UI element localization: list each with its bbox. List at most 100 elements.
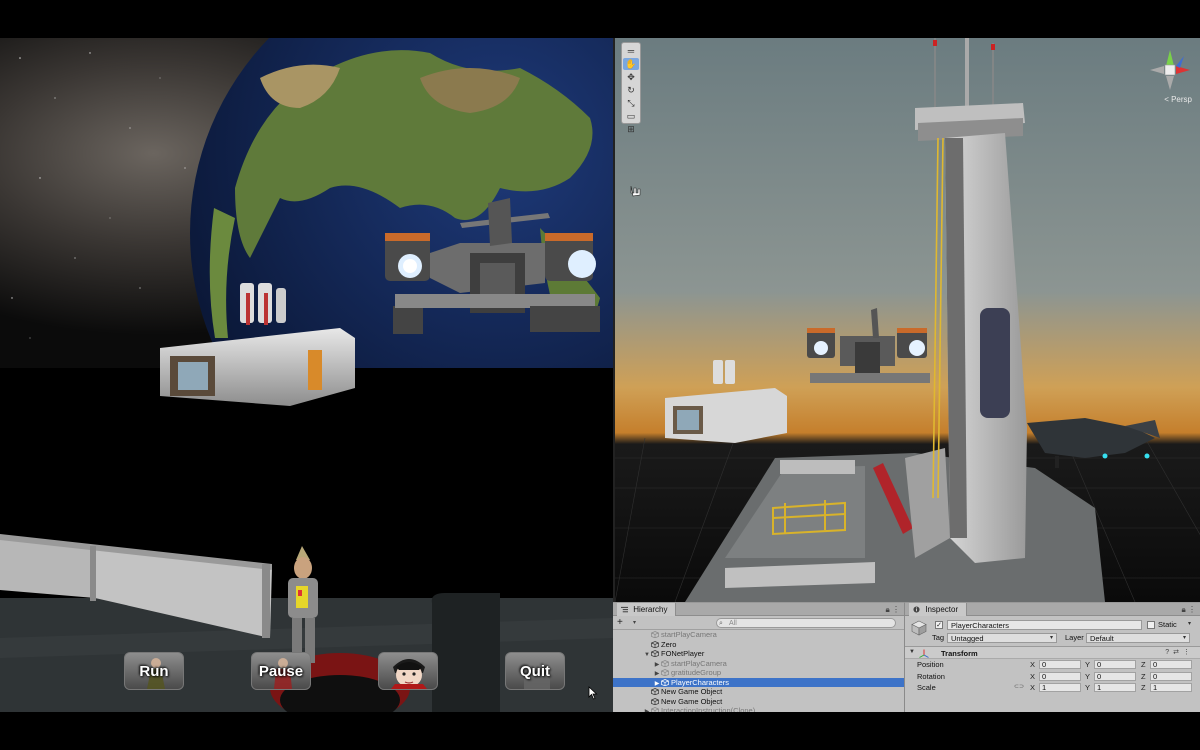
hierarchy-add-button[interactable]: + (617, 617, 633, 628)
quit-button[interactable]: Quit (505, 652, 565, 690)
component-menu-icons[interactable]: ?⇄⋮ (1165, 648, 1194, 656)
character-button[interactable] (378, 652, 438, 690)
hierarchy-search-input[interactable]: ⌕ All (716, 617, 897, 628)
transform-row-label: Rotation (917, 671, 945, 681)
gameobject-icon (661, 678, 669, 686)
constrain-proportions-icon[interactable]: ⊂⊃ (1014, 682, 1024, 693)
hand-tool-icon[interactable]: ✋ (623, 57, 639, 70)
hierarchy-toolbar: + ▾ ⌕ All (613, 616, 904, 630)
run-button[interactable]: Run (124, 652, 184, 690)
inspector-header: ✓ PlayerCharacters Static ▾ Tag Untagged… (905, 616, 1200, 646)
move-tool-icon[interactable]: ✥ (623, 71, 639, 83)
transform-icon (919, 649, 929, 658)
gameobject-icon (651, 631, 659, 638)
add-dropdown-arrow-icon[interactable]: ▾ (633, 619, 636, 626)
letterbox-bottom (0, 712, 1200, 750)
letterbox-top (0, 0, 1200, 38)
game-scene-render (0, 38, 613, 712)
mouse-cursor-icon (588, 686, 598, 700)
transform-x-field[interactable]: 0 (1039, 660, 1081, 669)
layer-dropdown-arrow-icon: ▾ (1182, 635, 1186, 641)
transform-y-field[interactable]: 0 (1094, 671, 1136, 681)
pause-button[interactable]: Pause (251, 652, 311, 690)
hierarchy-lock-icon[interactable]: 🔒︎ ⋮ (886, 603, 900, 616)
active-checkbox[interactable]: ✓ (935, 621, 943, 629)
game-view[interactable]: Run Pause Quit (0, 38, 613, 712)
hierarchy-row-label: New Game Object (661, 687, 723, 696)
search-icon: ⌕ (719, 619, 723, 627)
transform-x-field[interactable]: 0 (1039, 671, 1081, 681)
inspector-panel: Inspector 🔒︎ ⋮ ✓ PlayerCharacters Static… (905, 602, 1200, 712)
hierarchy-tree: startPlayCamera Zero ▼ FONetPlayer ▶ startPla… (613, 630, 904, 712)
axis-label[interactable]: Z (1141, 671, 1146, 682)
rotate-tool-icon[interactable]: ↻ (623, 84, 639, 96)
static-checkbox[interactable] (1147, 621, 1155, 629)
axis-label[interactable]: Y (1085, 682, 1090, 693)
static-label: Static (1158, 620, 1177, 629)
hierarchy-tab-label: Hierarchy (633, 604, 668, 614)
hierarchy-tab-bar: Hierarchy 🔒︎ ⋮ (613, 603, 904, 616)
gameobject-icon (651, 640, 659, 648)
hierarchy-row-label: gratitudeGroup (671, 668, 722, 677)
gameobject-icon (651, 688, 659, 695)
static-dropdown-arrow-icon[interactable]: ▾ (1188, 620, 1191, 627)
axis-label[interactable]: X (1030, 671, 1035, 682)
hierarchy-row[interactable]: New Game Object (613, 697, 904, 707)
inspector-tab[interactable]: Inspector (909, 603, 968, 616)
transform-row: Scale ⊂⊃ X 1 Y 1 Z 1 (905, 682, 1200, 694)
hierarchy-row-selected[interactable]: ▶ PlayerCharacters (613, 677, 904, 687)
scene-tool-strip: ═ ✋ ✥ ↻ ⤡ ▭ ⊞ (621, 42, 641, 134)
transform-x-field[interactable]: 1 (1039, 683, 1081, 692)
hierarchy-row[interactable]: ▶ startPlayCamera (613, 659, 904, 669)
hierarchy-row[interactable]: Zero (613, 640, 904, 650)
transform-row: Position X 0 Y 0 Z 0 (905, 659, 1200, 671)
axis-label[interactable]: X (1030, 659, 1035, 670)
transform-z-field[interactable]: 1 (1150, 683, 1192, 692)
transform-y-field[interactable]: 0 (1094, 660, 1136, 669)
fold-arrow-icon[interactable]: ▼ (909, 649, 915, 655)
layer-label: Layer (1065, 633, 1084, 642)
transform-z-field[interactable]: 0 (1150, 671, 1192, 681)
transform-z-field[interactable]: 0 (1150, 660, 1192, 669)
hierarchy-row[interactable]: New Game Object (613, 687, 904, 697)
tag-label: Tag (932, 633, 945, 642)
inspector-tab-bar: Inspector 🔒︎ ⋮ (905, 603, 1200, 616)
hierarchy-panel: Hierarchy 🔒︎ ⋮ + ▾ ⌕ All startPlayCamera… (613, 602, 905, 712)
axis-label[interactable]: Y (1085, 671, 1090, 682)
hierarchy-row-label: startPlayCamera (661, 630, 717, 639)
axis-label[interactable]: Z (1141, 682, 1146, 693)
hierarchy-row[interactable]: startPlayCamera (613, 630, 904, 640)
hierarchy-row-label: PlayerCharacters (671, 677, 729, 687)
inspector-lock-icon[interactable]: 🔒︎ ⋮ (1182, 603, 1196, 616)
hierarchy-row-label: startPlayCamera (671, 658, 727, 668)
transform-y-field[interactable]: 1 (1094, 683, 1136, 692)
tag-dropdown-arrow-icon: ▾ (1049, 635, 1053, 641)
transform-component-header[interactable]: ▼ Transform ?⇄⋮ (905, 646, 1200, 659)
tag-value: Untagged (951, 634, 984, 643)
scale-tool-icon[interactable]: ⤡ (623, 97, 639, 109)
rect-tool-icon[interactable]: ▭ (623, 110, 639, 122)
tool-grip-icon: ═ (627, 45, 635, 56)
tag-dropdown[interactable]: Untagged ▾ (947, 633, 1057, 643)
hierarchy-tab[interactable]: Hierarchy (617, 603, 677, 616)
hierarchy-row-label: New Game Object (661, 696, 723, 706)
transform-title: Transform (941, 649, 978, 658)
hierarchy-row[interactable]: ▶ gratitudeGroup (613, 668, 904, 678)
pause-button-label: Pause (258, 662, 304, 680)
gameobject-icon (651, 650, 659, 657)
axis-label[interactable]: Y (1085, 659, 1090, 670)
axis-label[interactable]: X (1030, 682, 1035, 693)
layer-value: Default (1090, 634, 1114, 643)
axis-label[interactable]: Z (1141, 659, 1146, 670)
transform-fields: Position X 0 Y 0 Z 0 Rotation X 0 Y 0 Z 0 Scale ⊂⊃ X 1 Y 1 Z… (905, 659, 1200, 694)
hierarchy-row-label: FONetPlayer (661, 649, 705, 658)
gameobject-icon (651, 697, 659, 705)
transform-tool-icon[interactable]: ⊞ (623, 123, 639, 135)
projection-label[interactable]: < Persp (1164, 95, 1192, 104)
hierarchy-row[interactable]: ▼ FONetPlayer (613, 649, 904, 659)
object-name-field[interactable]: PlayerCharacters (947, 620, 1142, 630)
layer-dropdown[interactable]: Default ▾ (1086, 633, 1190, 643)
transform-row-label: Scale (917, 683, 936, 692)
hierarchy-row-label: Zero (661, 639, 677, 649)
scene-view[interactable]: ═ ✋ ✥ ↻ ⤡ ▭ ⊞ < Persp (613, 38, 1200, 602)
